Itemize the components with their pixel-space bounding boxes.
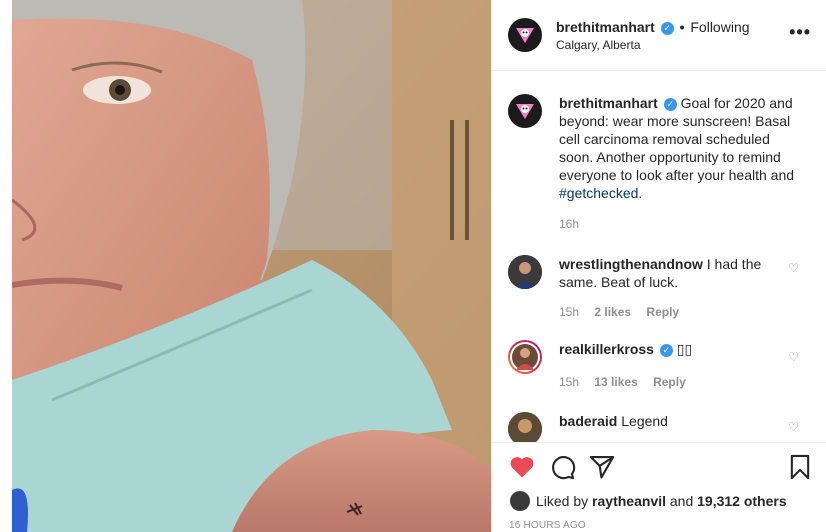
comment-meta: 15h 2 likes Reply [559, 305, 691, 319]
comment-avatar-story-ring[interactable] [508, 340, 542, 374]
likes-summary: Liked by raytheanvil and 19,312 others [510, 491, 787, 511]
comment-username[interactable]: wrestlingthenandnow [559, 256, 703, 272]
avatar-photo [510, 342, 540, 372]
post-side-panel: brethitmanhart ✓ • Following Calgary, Al… [491, 0, 826, 532]
comment-meta: 15h 13 likes Reply [559, 375, 698, 389]
author-line: brethitmanhart ✓ • Following [556, 19, 750, 35]
skull-logo-icon [516, 104, 534, 119]
caption: brethitmanhart ✓ Goal for 2020 and beyon… [508, 94, 813, 254]
separator-dot: • [679, 19, 685, 35]
photo-illustration [12, 0, 491, 532]
skull-logo-icon [516, 28, 534, 43]
comment-body: ▯▯ [676, 341, 693, 357]
comment-time[interactable]: 15h [559, 305, 579, 319]
likes-others-count[interactable]: 19,312 others [697, 493, 787, 509]
like-comment-heart-icon[interactable]: ♡ [788, 350, 799, 364]
comment-item: wrestlingthenandnow I had the same. Beat… [508, 255, 813, 325]
reply-button[interactable]: Reply [646, 305, 679, 319]
comment-icon[interactable] [548, 453, 576, 481]
comment-username[interactable]: baderaid [559, 413, 617, 429]
caption-meta: 16h [559, 217, 591, 231]
likes-and: and [669, 493, 694, 509]
liked-heart-icon[interactable] [508, 453, 536, 481]
caption-suffix: . [638, 185, 643, 201]
comment-username[interactable]: realkillerkross [559, 341, 654, 357]
post-timestamp[interactable]: 16 HOURS AGO [509, 520, 586, 531]
avatar-photo [508, 412, 542, 442]
comment-avatar[interactable] [508, 412, 542, 442]
like-comment-heart-icon[interactable]: ♡ [788, 261, 799, 275]
liker-avatar[interactable] [510, 491, 530, 511]
author-avatar[interactable] [508, 18, 542, 52]
following-button[interactable]: Following [690, 19, 749, 35]
share-icon[interactable] [588, 453, 616, 481]
comment-likes[interactable]: 13 likes [594, 375, 637, 389]
comments-section[interactable]: brethitmanhart ✓ Goal for 2020 and beyon… [492, 72, 826, 442]
post-header: brethitmanhart ✓ • Following Calgary, Al… [492, 0, 826, 71]
comment-likes[interactable]: 2 likes [594, 305, 631, 319]
post-location[interactable]: Calgary, Alberta [556, 38, 641, 52]
comment-text: baderaid Legend [559, 412, 799, 430]
verified-badge-icon: ✓ [660, 22, 674, 35]
avatar-photo [508, 255, 542, 289]
comment-time[interactable]: 15h [559, 375, 579, 389]
save-bookmark-icon[interactable] [786, 453, 814, 481]
likes-prefix: Liked by [536, 493, 589, 509]
comment-avatar[interactable] [508, 255, 542, 289]
comment-text: wrestlingthenandnow I had the same. Beat… [559, 255, 799, 291]
post-photo[interactable] [12, 0, 491, 532]
caption-time[interactable]: 16h [559, 217, 579, 231]
hashtag-link[interactable]: #getchecked [559, 185, 638, 201]
caption-text: brethitmanhart ✓ Goal for 2020 and beyon… [559, 94, 799, 202]
reply-button[interactable]: Reply [653, 375, 686, 389]
verified-badge-icon: ✓ [659, 344, 673, 357]
like-comment-heart-icon[interactable]: ♡ [788, 420, 799, 434]
comment-item: realkillerkross ✓ ▯▯ ♡ 15h 13 likes Repl… [508, 340, 813, 410]
comment-text: realkillerkross ✓ ▯▯ [559, 340, 799, 358]
more-options-button[interactable]: ••• [789, 22, 811, 43]
caption-username[interactable]: brethitmanhart [559, 95, 658, 111]
verified-badge-icon: ✓ [663, 98, 677, 111]
caption-avatar[interactable] [508, 94, 542, 128]
action-bar: Liked by raytheanvil and 19,312 others 1… [492, 442, 826, 532]
liker-username[interactable]: raytheanvil [592, 493, 666, 509]
comment-body: Legend [621, 413, 668, 429]
comment-item: baderaid Legend ♡ [508, 412, 813, 442]
author-username[interactable]: brethitmanhart [556, 19, 655, 35]
